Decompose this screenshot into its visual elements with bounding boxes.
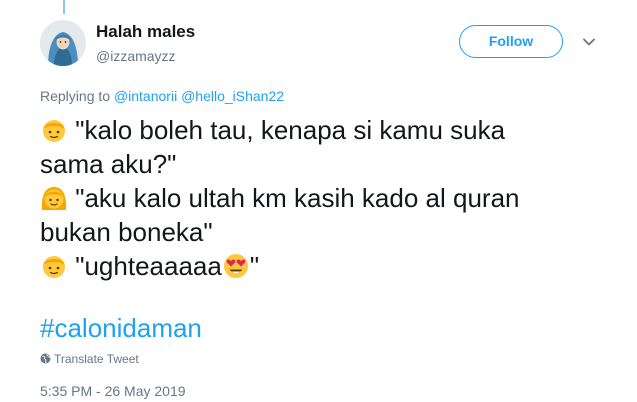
thread-connector-line (63, 0, 65, 14)
hashtag-link[interactable]: #calonidaman (40, 311, 202, 345)
replying-to: Replying to @intanorii @hello_iShan22 (40, 88, 284, 104)
chevron-down-icon[interactable] (581, 34, 597, 50)
tweet-line: "aku kalo ultah km kasih kado al quran (40, 181, 520, 215)
tweet-text: sama aku?" (40, 149, 177, 179)
hijab-woman-avatar-icon (40, 20, 86, 66)
girl-emoji-icon (40, 184, 68, 212)
translate-tweet-link[interactable]: Translate Tweet (40, 352, 139, 366)
avatar[interactable] (40, 20, 86, 66)
translate-tweet-label[interactable]: Translate Tweet (54, 352, 139, 366)
globe-icon (40, 353, 51, 364)
follow-button[interactable]: Follow (459, 25, 563, 58)
heart-eyes-emoji-icon (222, 252, 250, 280)
tweet-line: "kalo boleh tau, kenapa si kamu suka (40, 113, 505, 147)
tweet-line: sama aku?" (40, 147, 176, 181)
tweet-line: "ughteaaaaa " (40, 249, 259, 283)
author-display-name[interactable]: Halah males (96, 22, 195, 42)
tweet-text: "aku kalo ultah km kasih kado al quran (75, 183, 520, 213)
author-handle[interactable]: @izzamayzz (96, 48, 176, 64)
tweet-text: " (249, 251, 260, 281)
boy-emoji-icon (40, 116, 68, 144)
boy-emoji-icon (40, 252, 68, 280)
mention-link[interactable]: @hello_iShan22 (181, 88, 284, 104)
tweet-text: "ughteaaaaa (75, 251, 222, 281)
replying-to-label: Replying to (40, 88, 111, 104)
tweet-text: bukan boneka" (40, 217, 213, 247)
tweet-line: bukan boneka" (40, 215, 213, 249)
mention-link[interactable]: @intanorii (114, 88, 177, 104)
tweet-timestamp[interactable]: 5:35 PM - 26 May 2019 (40, 383, 186, 399)
tweet-text: "kalo boleh tau, kenapa si kamu suka (75, 115, 506, 145)
